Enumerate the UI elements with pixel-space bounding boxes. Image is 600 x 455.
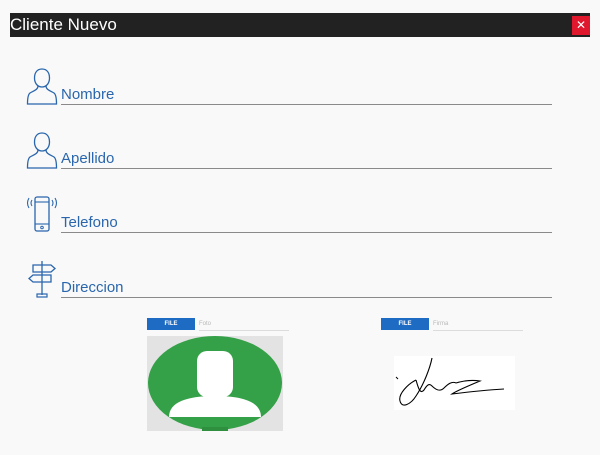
field-nombre: Nombre	[24, 66, 554, 112]
photo-file-input[interactable]: Foto	[199, 318, 289, 331]
avatar-placeholder-icon	[147, 336, 283, 431]
telefono-label: Telefono	[61, 214, 118, 231]
signature-image	[395, 357, 505, 406]
close-icon: ✕	[575, 18, 587, 32]
signature-preview	[394, 356, 515, 410]
phone-icon	[24, 194, 60, 234]
signature-file-button[interactable]: FILE	[381, 318, 429, 330]
photo-file-button[interactable]: FILE	[147, 318, 195, 330]
field-direccion: Direccion	[24, 259, 554, 305]
title-bar: Cliente Nuevo ✕	[10, 13, 590, 37]
user-icon	[24, 130, 60, 170]
signpost-icon	[24, 259, 60, 299]
signature-file-input[interactable]: Firma	[433, 318, 523, 331]
field-apellido: Apellido	[24, 130, 554, 176]
photo-preview	[147, 336, 283, 431]
apellido-label: Apellido	[61, 150, 115, 167]
direccion-input[interactable]: Direccion	[61, 267, 552, 298]
nombre-input[interactable]: Nombre	[61, 74, 552, 105]
dialog-title: Cliente Nuevo	[10, 15, 117, 34]
field-telefono: Telefono	[24, 194, 554, 240]
new-client-dialog: Cliente Nuevo ✕ Nombre Apellido Telefono…	[0, 0, 600, 455]
nombre-label: Nombre	[61, 86, 115, 103]
apellido-input[interactable]: Apellido	[61, 138, 552, 169]
photo-uploader: FILE Foto	[147, 318, 292, 332]
direccion-label: Direccion	[61, 279, 124, 296]
close-button[interactable]: ✕	[572, 16, 590, 35]
telefono-input[interactable]: Telefono	[61, 202, 552, 233]
user-icon	[24, 66, 60, 106]
signature-uploader: FILE Firma	[381, 318, 523, 332]
